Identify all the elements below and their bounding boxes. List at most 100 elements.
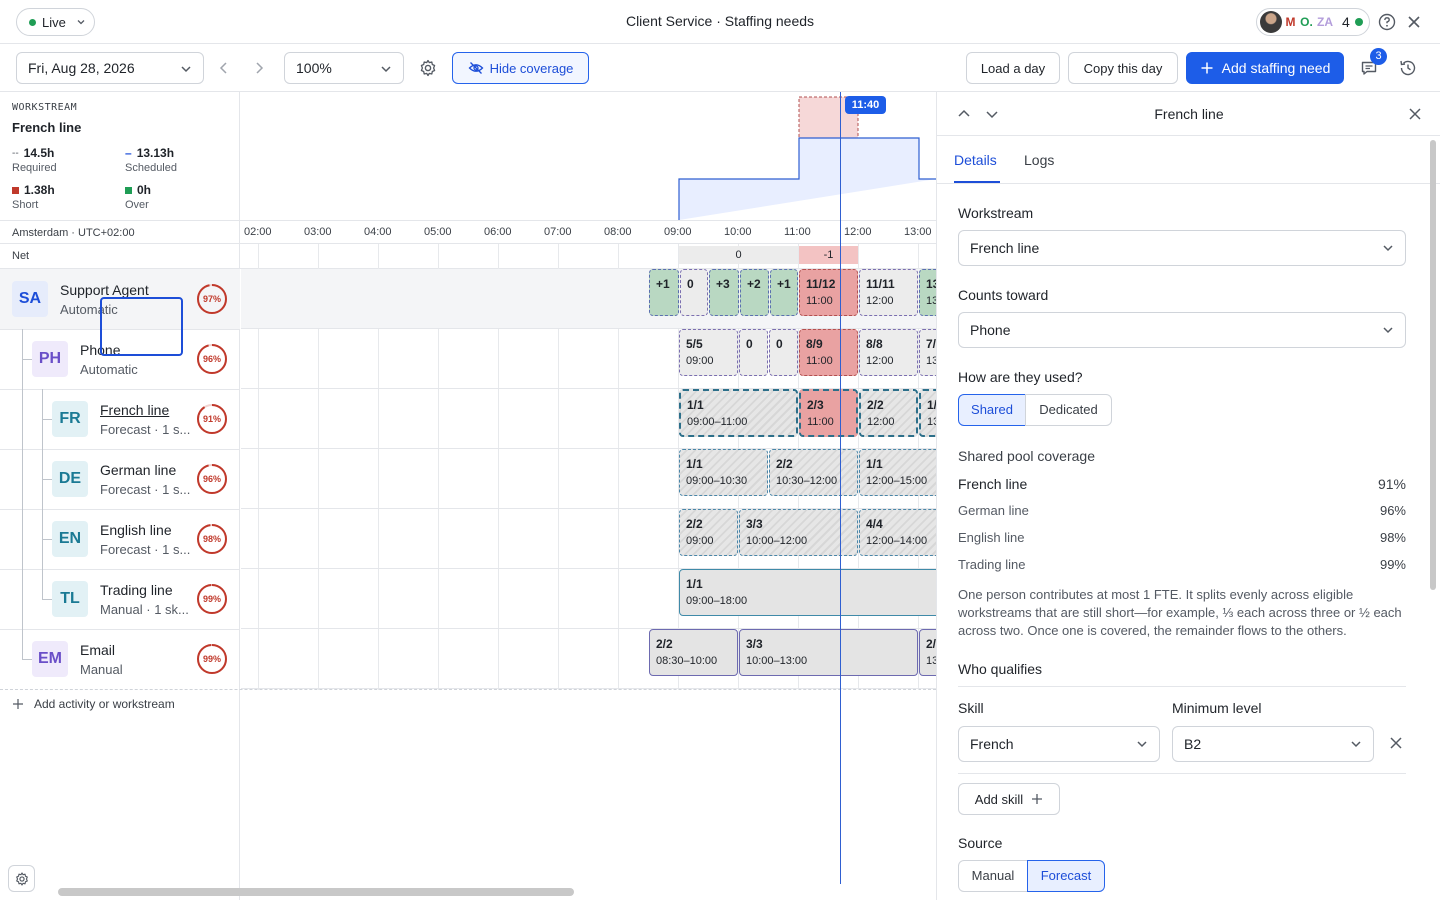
gear-icon [420,59,436,77]
section-divider [958,686,1406,687]
load-day-button[interactable]: Load a day [966,52,1060,84]
need-cell[interactable]: 1/13 [919,389,936,437]
source-manual-option[interactable]: Manual [958,860,1028,892]
stat-scheduled: –13.13h Scheduled [125,146,177,174]
need-cell[interactable]: 3/3 10:00–13:00 [739,629,918,676]
need-cell[interactable]: 7/13 [919,329,936,376]
cell-time: 09:00–11:00 [687,416,748,428]
minimum-level-select[interactable]: B2 [1172,726,1374,762]
need-cell[interactable]: 2/2 12:00 [859,389,918,437]
close-icon [1409,108,1421,120]
need-cell[interactable]: 2/2 08:30–10:00 [649,629,738,676]
coverage-percent: 91% [202,414,221,424]
cell-value: 1/1 [686,457,703,471]
row-sub: Manual · 1 sk... [100,602,189,617]
need-cell[interactable]: 1/1 09:00–18:00 [679,569,936,616]
close-icon [1390,737,1402,749]
need-cell[interactable]: 2/13 [919,629,936,676]
panel-scrollbar[interactable] [1430,140,1436,590]
cell-value: 2/2 [776,457,793,471]
pool-row: German line 96% [958,503,1406,518]
stat-label: Required [12,162,57,174]
hour-label: 13:00 [904,226,932,238]
hour-label: 06:00 [484,226,512,238]
chevron-down-icon [181,66,191,73]
timeline-grid[interactable]: 02:00 03:00 04:00 05:00 06:00 07:00 08:0… [241,92,936,900]
need-cell[interactable]: 8/9 11:00 [799,329,858,376]
view-settings-button[interactable] [8,865,35,892]
need-cell[interactable]: +3 [709,269,739,316]
add-activity-button[interactable]: Add activity or workstream [12,697,175,711]
need-cell[interactable]: 1/1 09:00–10:30 [679,449,768,496]
next-day-button[interactable] [247,56,271,80]
need-cell[interactable]: +2 [740,269,769,316]
stat-value: 0h [137,183,152,197]
need-cell[interactable]: 1313 [919,269,936,316]
hide-coverage-button[interactable]: Hide coverage [452,52,589,84]
need-cell[interactable]: 4/4 12:00–14:00 [859,509,936,556]
need-cell[interactable]: 2/2 10:30–12:00 [769,449,858,496]
cell-time: 11:00 [806,295,833,307]
need-cell[interactable]: 2/3 11:00 [799,389,858,437]
remove-skill-button[interactable] [1387,734,1405,752]
row-name[interactable]: Support Agent [60,282,149,298]
counts-toward-label: Counts toward [958,287,1049,303]
stat-label: Over [125,199,149,211]
need-cell[interactable]: 1/1 09:00–11:00 [679,389,798,437]
add-staffing-need-button[interactable]: Add staffing need [1186,52,1344,84]
need-cell[interactable]: 0 [739,329,768,376]
source-forecast-option[interactable]: Forecast [1027,860,1105,892]
need-cell[interactable]: +1 [770,269,798,316]
date-picker[interactable]: Fri, Aug 28, 2026 [16,52,204,84]
workstream-caption: WORKSTREAM [12,102,78,113]
cell-time: 09:00 [686,535,714,547]
counts-toward-value: Phone [970,322,1011,338]
row-name[interactable]: Trading line [100,582,173,598]
workstream-select[interactable]: French line [958,230,1406,266]
add-skill-button[interactable]: Add skill [958,783,1060,815]
settings-button[interactable] [416,56,440,80]
need-cell[interactable]: 11/12 11:00 [799,269,858,316]
tab-details[interactable]: Details [954,152,997,168]
tree-connector [22,359,32,360]
tree-connector [42,599,52,600]
pool-name: German line [958,503,1029,518]
row-name[interactable]: English line [100,522,172,538]
coverage-ring: 96% [196,463,228,495]
presence-avatars[interactable]: M O. ZA 4 [1256,8,1370,36]
usage-shared-option[interactable]: Shared [958,394,1026,426]
cell-value: 2/2 [686,517,703,531]
close-icon[interactable] [1404,12,1424,32]
copy-day-button[interactable]: Copy this day [1068,52,1178,84]
horizontal-scrollbar[interactable] [58,888,574,896]
history-button[interactable] [1396,56,1420,80]
zoom-select[interactable]: 100% [284,52,404,84]
help-icon[interactable] [1377,12,1397,32]
avatar-email: EM [32,641,68,677]
hour-label: 11:00 [784,226,811,238]
row-name[interactable]: French line [100,402,169,418]
need-cell[interactable]: 11/11 12:00 [859,269,918,316]
usage-dedicated-option[interactable]: Dedicated [1025,394,1112,426]
counts-toward-select[interactable]: Phone [958,312,1406,348]
row-name[interactable]: German line [100,462,176,478]
row-name[interactable]: Email [80,642,115,658]
tab-logs[interactable]: Logs [1024,152,1054,168]
need-cell[interactable]: 1/1 12:00–15:00 [859,449,936,496]
need-cell[interactable]: 8/8 12:00 [859,329,918,376]
coverage-ring: 91% [196,403,228,435]
need-cell[interactable]: 0 [680,269,708,316]
need-cell[interactable]: 2/2 09:00 [679,509,738,556]
chevron-down-icon [1383,245,1393,252]
pool-pct: 98% [1379,530,1406,545]
need-cell[interactable]: +1 [649,269,679,316]
stat-value: 13.13h [136,146,175,160]
cell-value: 1/1 [687,398,704,412]
previous-day-button[interactable] [212,56,236,80]
need-cell[interactable]: 0 [769,329,798,376]
skill-select[interactable]: French [958,726,1160,762]
cell-time: 12:00 [866,355,894,367]
need-cell[interactable]: 5/5 09:00 [679,329,738,376]
close-panel-button[interactable] [1406,105,1424,123]
stat-required: -- 14.5h Required [12,146,57,174]
